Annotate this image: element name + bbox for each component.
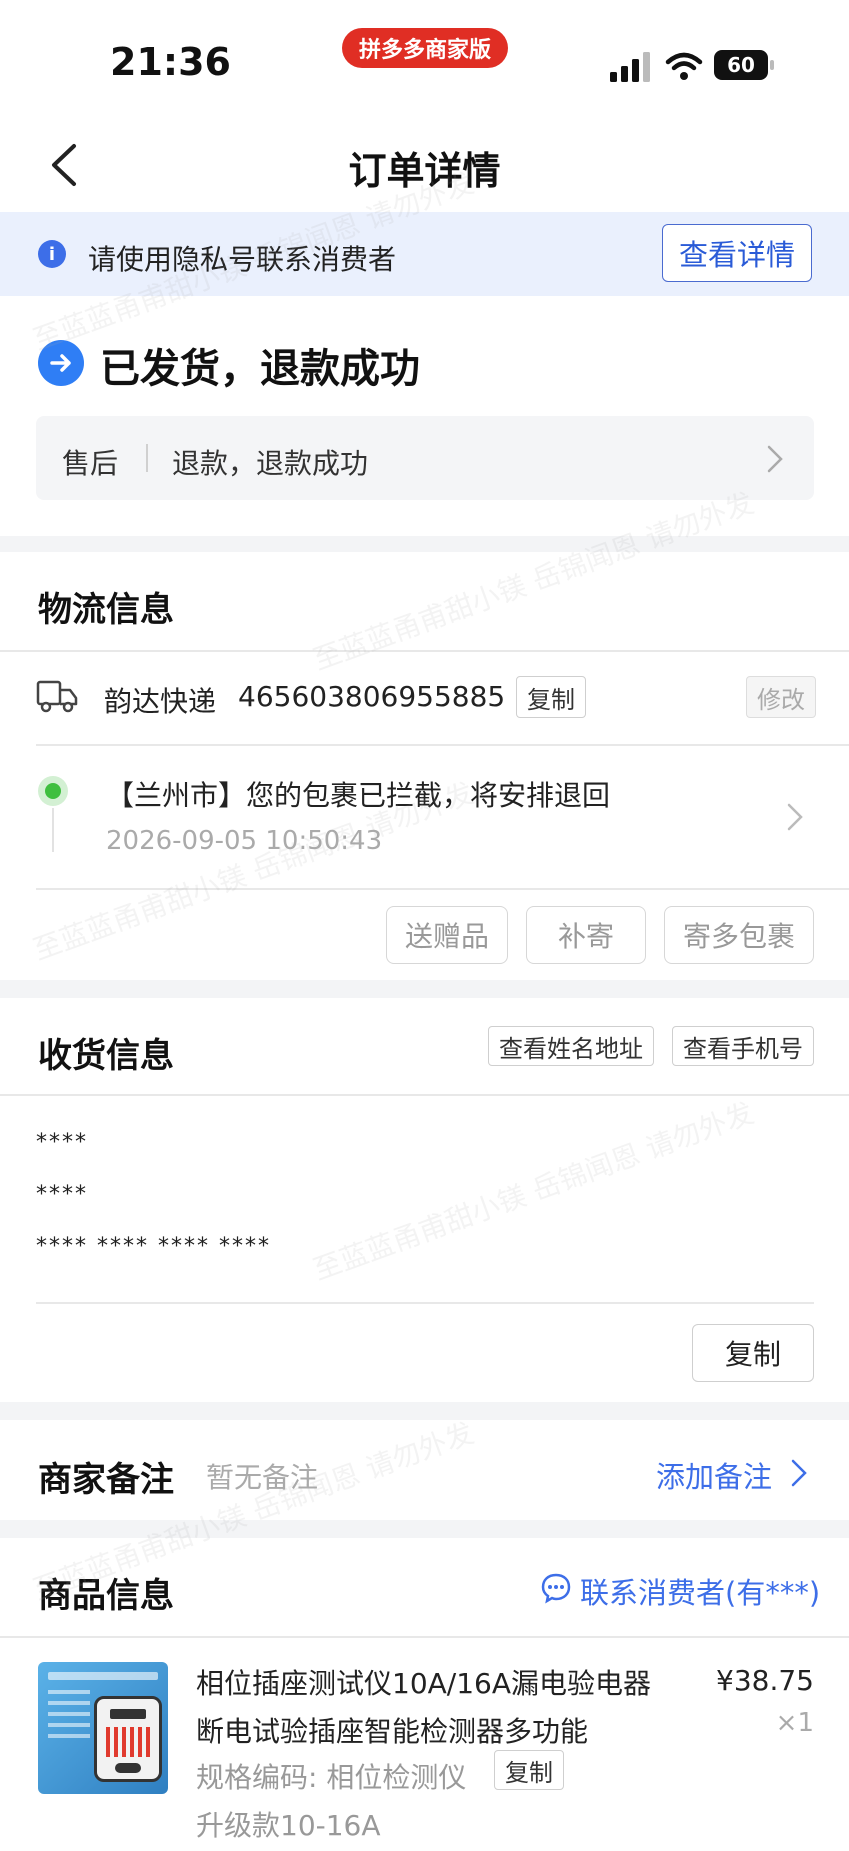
copy-address-button[interactable]: 复制 <box>692 1324 814 1382</box>
multi-package-button[interactable]: 寄多包裹 <box>664 906 814 964</box>
timeline-dot-icon <box>45 783 61 799</box>
divider <box>146 444 148 472</box>
tracking-number: 465603806955885 <box>238 680 506 713</box>
product-quantity: ×1 <box>775 1708 814 1738</box>
info-icon: i <box>38 240 66 268</box>
after-sale-row[interactable] <box>36 416 814 500</box>
shipping-title: 收货信息 <box>38 1036 174 1076</box>
send-gift-button[interactable]: 送赠品 <box>386 906 508 964</box>
product-spec: 规格编码: 相位检测仪 <box>196 1761 467 1794</box>
view-details-button[interactable]: 查看详情 <box>662 224 812 282</box>
page-title: 订单详情 <box>348 149 501 193</box>
divider <box>36 888 849 890</box>
wifi-icon <box>664 50 704 86</box>
notice-text: 请使用隐私号联系消费者 <box>88 243 397 276</box>
product-variant: 升级款10-16A <box>196 1809 381 1842</box>
merchant-note-placeholder: 暂无备注 <box>206 1461 319 1494</box>
divider <box>0 1636 849 1638</box>
merchant-note-title: 商家备注 <box>38 1460 174 1500</box>
logistics-event[interactable]: 【兰州市】您的包裹已拦截，将安排退回 <box>106 774 610 814</box>
reship-button[interactable]: 补寄 <box>526 906 646 964</box>
chevron-right-icon <box>790 1458 808 1492</box>
divider <box>36 1302 814 1304</box>
logistics-time: 2026-09-05 10:50:43 <box>106 826 383 856</box>
battery-icon: 60 <box>714 50 768 80</box>
copy-spec-button[interactable]: 复制 <box>494 1750 564 1790</box>
product-title: 商品信息 <box>38 1576 174 1616</box>
status-time: 21:36 <box>110 40 231 84</box>
truck-icon <box>36 678 78 718</box>
app-badge: 拼多多商家版 <box>342 28 508 68</box>
order-status-title: 已发货，退款成功 <box>100 346 420 392</box>
recipient-phone: **** <box>36 1182 88 1207</box>
divider <box>36 744 849 746</box>
chevron-right-icon <box>766 444 784 478</box>
view-phone-button[interactable]: 查看手机号 <box>672 1026 814 1066</box>
product-name[interactable]: 相位插座测试仪10A/16A漏电验电器断电试验插座智能检测器多功能 <box>196 1660 676 1756</box>
recipient-address: **** **** **** **** <box>36 1234 271 1259</box>
battery-level: 60 <box>727 53 755 77</box>
copy-tracking-button[interactable]: 复制 <box>516 676 586 718</box>
after-sale-label: 售后 <box>62 447 119 480</box>
divider <box>0 650 849 652</box>
product-price: ¥38.75 <box>716 1664 814 1697</box>
timeline-line <box>52 808 54 852</box>
product-thumbnail[interactable] <box>38 1662 168 1794</box>
logistics-title: 物流信息 <box>38 590 174 630</box>
battery-tip <box>770 60 774 70</box>
after-sale-value: 退款，退款成功 <box>172 447 369 480</box>
divider <box>0 1094 849 1096</box>
carrier-name: 韵达快递 <box>104 685 217 718</box>
chat-icon <box>540 1572 572 1608</box>
edit-tracking-button[interactable]: 修改 <box>746 676 816 718</box>
signal-icon <box>610 52 654 86</box>
chevron-right-icon <box>786 802 804 836</box>
contact-consumer-link[interactable]: 联系消费者(有***) <box>580 1570 820 1612</box>
add-note-link[interactable]: 添加备注 <box>656 1454 772 1496</box>
status-arrow-icon <box>38 340 84 386</box>
recipient-name: **** <box>36 1130 88 1155</box>
view-name-address-button[interactable]: 查看姓名地址 <box>488 1026 654 1066</box>
